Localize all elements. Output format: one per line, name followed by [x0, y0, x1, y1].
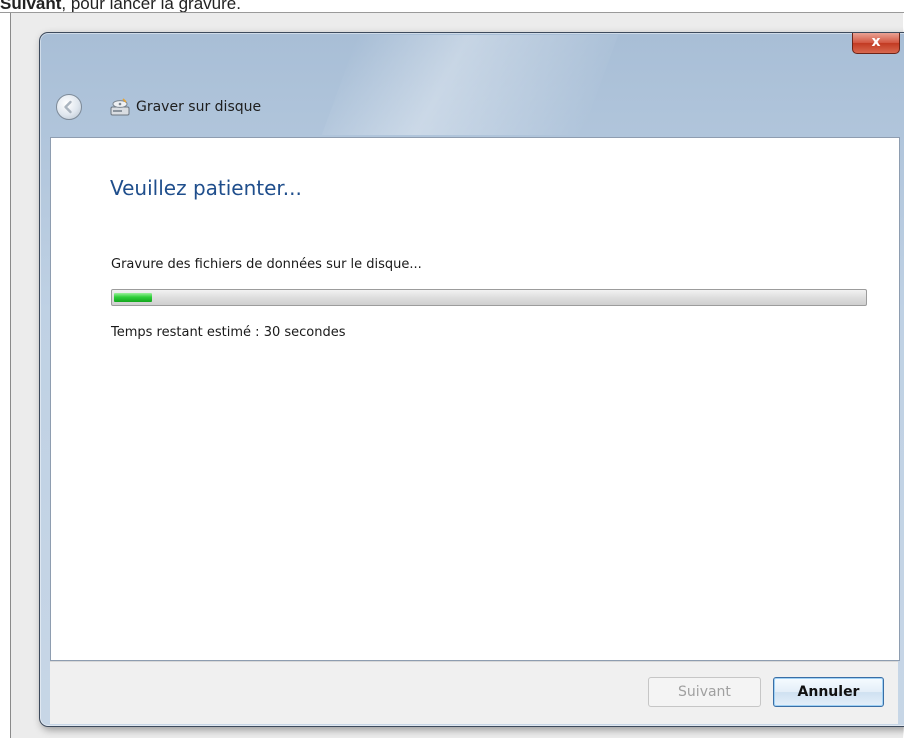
back-arrow-icon	[64, 100, 72, 114]
burn-progress-bar	[111, 289, 867, 306]
button-bar: Suivant Annuler	[50, 661, 898, 724]
glass-highlight	[321, 35, 619, 135]
content-panel: Veuillez patienter... Gravure des fichie…	[50, 137, 900, 661]
disc-burner-icon	[110, 98, 130, 116]
close-button[interactable]: x	[852, 33, 900, 54]
time-remaining-text: Temps restant estimé : 30 secondes	[111, 325, 346, 340]
burn-disc-window: x Graver sur disque Veuillez patienter..…	[39, 32, 904, 727]
page-heading: Veuillez patienter...	[110, 176, 302, 200]
page-caption: Suivant, pour lancer la gravure.	[0, 0, 241, 13]
screenshot-frame: x Graver sur disque Veuillez patienter..…	[10, 13, 904, 738]
window-title: Graver sur disque	[136, 99, 262, 115]
progress-fill	[114, 293, 152, 302]
next-button[interactable]: Suivant	[648, 677, 761, 707]
burn-status-text: Gravure des fichiers de données sur le d…	[111, 257, 422, 272]
cancel-button[interactable]: Annuler	[773, 677, 884, 707]
back-button[interactable]	[56, 94, 82, 120]
